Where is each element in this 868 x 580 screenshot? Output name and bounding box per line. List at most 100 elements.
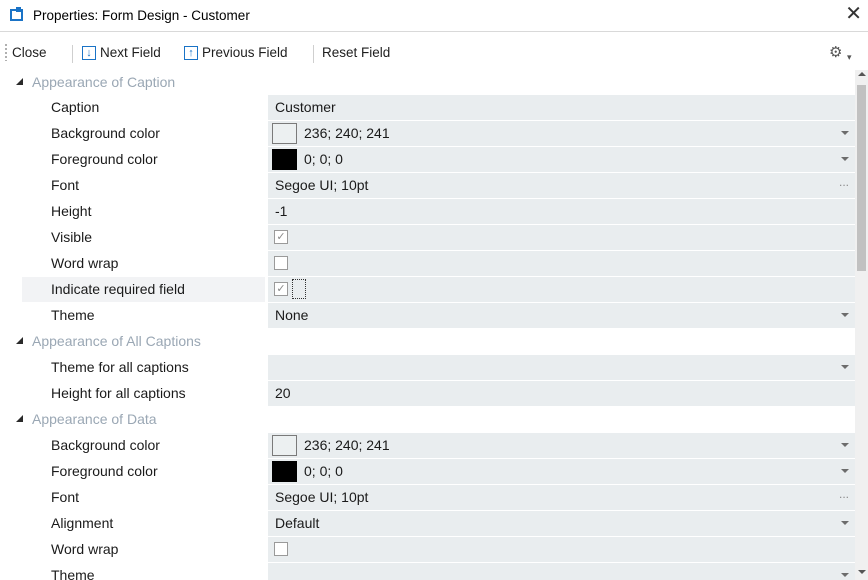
dropdown-arrow-icon[interactable]	[841, 365, 849, 369]
data-theme-value-field[interactable]	[268, 563, 855, 580]
property-grid: Appearance of Caption Caption Customer B…	[0, 70, 855, 580]
ellipsis-button[interactable]: ...	[839, 175, 849, 189]
dropdown-arrow-icon[interactable]	[841, 157, 849, 161]
indicate-required-checkbox[interactable]: ✓	[274, 282, 288, 296]
previous-field-button[interactable]: Previous Field	[202, 45, 288, 60]
color-swatch	[272, 435, 297, 456]
property-label: Theme	[51, 567, 95, 580]
property-label: Word wrap	[51, 541, 119, 557]
properties-window-icon	[10, 7, 23, 21]
property-row-data-background-color[interactable]: Background color 236; 240; 241	[0, 433, 855, 459]
focus-rectangle	[292, 279, 306, 299]
property-label: Background color	[51, 437, 160, 453]
category-label: Appearance of Data	[32, 411, 157, 427]
property-row-visible[interactable]: Visible ✓	[0, 225, 855, 251]
property-value: 20	[275, 385, 291, 401]
property-row-data-word-wrap[interactable]: Word wrap	[0, 537, 855, 563]
title-bar: Properties: Form Design - Customer ✕	[0, 0, 868, 32]
alignment-value-field[interactable]: Default	[268, 511, 855, 536]
property-value: Segoe UI; 10pt	[275, 489, 369, 505]
scroll-thumb[interactable]	[857, 85, 866, 271]
data-foreground-color-value-field[interactable]: 0; 0; 0	[268, 459, 855, 484]
category-appearance-of-data[interactable]: Appearance of Data	[0, 407, 855, 433]
property-row-height-for-all-captions[interactable]: Height for all captions 20	[0, 381, 855, 407]
property-row-theme-for-all-captions[interactable]: Theme for all captions	[0, 355, 855, 381]
property-value: 0; 0; 0	[304, 151, 343, 167]
color-swatch	[272, 461, 297, 482]
property-row-background-color[interactable]: Background color 236; 240; 241	[0, 121, 855, 147]
next-field-arrow-icon[interactable]: ↓	[82, 46, 96, 60]
dropdown-arrow-icon[interactable]	[841, 573, 849, 577]
color-swatch	[272, 123, 297, 144]
close-button[interactable]: Close	[12, 45, 47, 60]
previous-field-arrow-icon[interactable]: ↑	[184, 46, 198, 60]
property-label: Word wrap	[51, 255, 119, 271]
dropdown-arrow-icon[interactable]	[841, 131, 849, 135]
property-value: None	[275, 307, 309, 323]
property-row-theme[interactable]: Theme None	[0, 303, 855, 329]
property-row-word-wrap[interactable]: Word wrap	[0, 251, 855, 277]
window-title: Properties: Form Design - Customer	[33, 8, 250, 23]
height-all-value-field[interactable]: 20	[268, 381, 855, 406]
data-word-wrap-checkbox[interactable]	[274, 542, 288, 556]
close-window-button[interactable]: ✕	[845, 3, 862, 25]
property-value: Default	[275, 515, 320, 531]
reset-field-button[interactable]: Reset Field	[322, 45, 390, 60]
property-value: 0; 0; 0	[304, 463, 343, 479]
height-value-field[interactable]: -1	[268, 199, 855, 224]
foreground-color-value-field[interactable]: 0; 0; 0	[268, 147, 855, 172]
dropdown-arrow-icon[interactable]	[841, 469, 849, 473]
property-row-height[interactable]: Height -1	[0, 199, 855, 225]
word-wrap-checkbox[interactable]	[274, 256, 288, 270]
scroll-down-arrow-icon[interactable]	[858, 570, 866, 574]
indicate-required-value-field: ✓	[268, 277, 855, 302]
property-row-font[interactable]: Font Segoe UI; 10pt ...	[0, 173, 855, 199]
category-label: Appearance of Caption	[32, 74, 176, 90]
toolbar: Close ↓ Next Field ↑ Previous Field Rese…	[0, 40, 868, 66]
property-label: Visible	[51, 229, 92, 245]
data-background-color-value-field[interactable]: 236; 240; 241	[268, 433, 855, 458]
caption-value-field[interactable]: Customer	[268, 95, 855, 120]
dropdown-arrow-icon[interactable]	[841, 313, 849, 317]
dropdown-arrow-icon[interactable]	[841, 443, 849, 447]
property-label: Alignment	[51, 515, 114, 531]
dropdown-arrow-icon[interactable]	[841, 521, 849, 525]
vertical-scrollbar[interactable]	[855, 70, 868, 580]
property-label: Font	[51, 489, 80, 505]
collapse-triangle-icon[interactable]	[16, 337, 23, 344]
property-row-indicate-required-field[interactable]: Indicate required field ✓	[0, 277, 855, 303]
property-value: Segoe UI; 10pt	[275, 177, 369, 193]
collapse-triangle-icon[interactable]	[16, 415, 23, 422]
toolbar-separator	[313, 45, 314, 63]
ellipsis-button[interactable]: ...	[839, 487, 849, 501]
property-row-data-foreground-color[interactable]: Foreground color 0; 0; 0	[0, 459, 855, 485]
property-label: Theme	[51, 307, 95, 323]
property-row-data-font[interactable]: Font Segoe UI; 10pt ...	[0, 485, 855, 511]
property-row-data-theme[interactable]: Theme	[0, 563, 855, 580]
background-color-value-field[interactable]: 236; 240; 241	[268, 121, 855, 146]
font-value-field[interactable]: Segoe UI; 10pt ...	[268, 173, 855, 198]
category-appearance-of-caption[interactable]: Appearance of Caption	[0, 70, 855, 96]
property-label: Height	[51, 203, 92, 219]
collapse-triangle-icon[interactable]	[16, 78, 23, 85]
property-row-alignment[interactable]: Alignment Default	[0, 511, 855, 537]
property-value: 236; 240; 241	[304, 437, 390, 453]
category-label: Appearance of All Captions	[32, 333, 201, 349]
property-label: Foreground color	[51, 151, 158, 167]
gear-icon[interactable]: ⚙	[829, 43, 842, 61]
property-label: Theme for all captions	[51, 359, 189, 375]
next-field-button[interactable]: Next Field	[100, 45, 161, 60]
property-row-caption[interactable]: Caption Customer	[0, 95, 855, 121]
scroll-up-arrow-icon[interactable]	[858, 72, 866, 76]
theme-value-field[interactable]: None	[268, 303, 855, 328]
data-font-value-field[interactable]: Segoe UI; 10pt ...	[268, 485, 855, 510]
theme-all-value-field[interactable]	[268, 355, 855, 380]
toolbar-grip[interactable]	[4, 43, 8, 61]
category-appearance-of-all-captions[interactable]: Appearance of All Captions	[0, 329, 855, 355]
property-label: Caption	[51, 99, 100, 115]
property-row-foreground-color[interactable]: Foreground color 0; 0; 0	[0, 147, 855, 173]
property-value: -1	[275, 203, 288, 219]
chevron-down-icon[interactable]: ▾	[847, 52, 852, 63]
property-label: Height for all captions	[51, 385, 186, 401]
visible-checkbox[interactable]: ✓	[274, 230, 288, 244]
